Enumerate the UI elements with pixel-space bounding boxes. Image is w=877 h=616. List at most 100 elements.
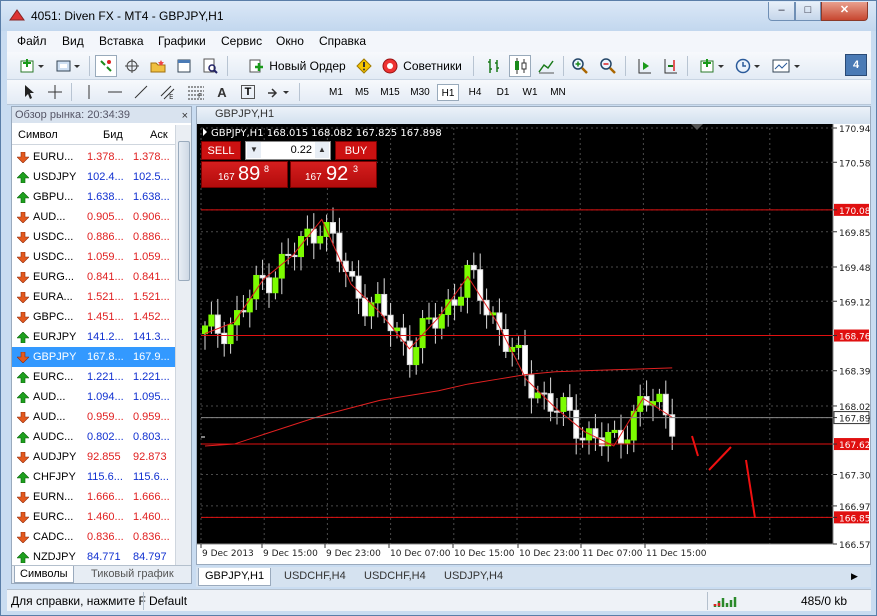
timeframe-m15[interactable]: M15	[377, 84, 403, 101]
arrows-button[interactable]	[263, 81, 293, 103]
profiles-button[interactable]	[53, 55, 83, 77]
indicators-button[interactable]	[697, 55, 727, 77]
menu-window[interactable]: Окно	[276, 34, 304, 48]
arrow-up-icon	[17, 192, 29, 203]
templates-button[interactable]	[769, 55, 803, 77]
timeframe-mn[interactable]: MN	[547, 84, 569, 101]
timeframe-h4[interactable]: H4	[464, 84, 486, 101]
timeframe-d1[interactable]: D1	[492, 84, 514, 101]
minimize-button[interactable]: –	[768, 2, 795, 21]
market-watch-row[interactable]: AUD... 1.094... 1.095...	[12, 387, 175, 407]
market-watch-row[interactable]: USDC... 0.886... 0.886...	[12, 227, 175, 247]
market-watch-toggle[interactable]	[95, 55, 117, 77]
column-bid[interactable]: Бид	[103, 129, 123, 141]
market-watch-row[interactable]: NZDJPY 84.771 84.797	[12, 547, 175, 567]
market-watch-row[interactable]: GBPC... 1.451... 1.452...	[12, 307, 175, 327]
title-bar[interactable]: 4051: Diven FX - MT4 - GBPJPY,H1 – □ ✕	[1, 1, 876, 31]
market-watch-row[interactable]: AUD... 0.905... 0.906...	[12, 207, 175, 227]
data-window-button[interactable]	[121, 55, 143, 77]
buy-price[interactable]: 167 92 3	[290, 161, 377, 188]
tab-symbols[interactable]: Символы	[14, 566, 74, 583]
buy-button[interactable]: BUY	[335, 141, 377, 160]
market-watch-row[interactable]: CHFJPY 115.6... 115.6...	[12, 467, 175, 487]
cursor-button[interactable]	[19, 81, 39, 103]
notification-badge[interactable]: 4	[845, 54, 867, 76]
market-watch-row[interactable]: EURJPY 141.2... 141.3...	[12, 327, 175, 347]
market-watch-row[interactable]: EURU... 1.378... 1.378...	[12, 147, 175, 167]
market-watch-scrollbar[interactable]	[175, 125, 191, 565]
timeframe-m1[interactable]: M1	[325, 84, 347, 101]
chart-tab-usdchf-h4[interactable]: USDCHF,H4	[278, 568, 352, 586]
cursor-icon	[25, 85, 34, 99]
row-bid: 1.378...	[87, 151, 124, 163]
strategy-tester-button[interactable]	[199, 55, 221, 77]
new-chart-button[interactable]	[17, 55, 47, 77]
terminal-button[interactable]	[173, 55, 195, 77]
lot-decrease-button[interactable]: ▼	[247, 142, 261, 158]
channel-button[interactable]: E	[157, 81, 179, 103]
menu-charts[interactable]: Графики	[158, 34, 206, 48]
vertical-line-button[interactable]	[79, 81, 99, 103]
text-tool-button[interactable]: A	[211, 81, 233, 103]
market-watch-row[interactable]: USDJPY 102.4... 102.5...	[12, 167, 175, 187]
market-watch-row[interactable]: AUDJPY 92.855 92.873	[12, 447, 175, 467]
market-watch-close-button[interactable]: ×	[182, 108, 188, 124]
market-watch-row[interactable]: GBPU... 1.638... 1.638...	[12, 187, 175, 207]
zoom-in-button[interactable]	[569, 55, 591, 77]
tab-tick-chart[interactable]: Тиковый график	[86, 566, 179, 583]
market-watch-row[interactable]: EURG... 0.841... 0.841...	[12, 267, 175, 287]
timeframe-m30[interactable]: M30	[407, 84, 433, 101]
menu-tools[interactable]: Сервис	[221, 34, 262, 48]
chart-background[interactable]	[197, 124, 870, 564]
fibonacci-button[interactable]: F	[185, 81, 207, 103]
bar-chart-button[interactable]	[483, 55, 505, 77]
market-watch-row[interactable]: GBPJPY 167.8... 167.9...	[12, 347, 175, 367]
timeframe-w1[interactable]: W1	[519, 84, 541, 101]
market-watch-row[interactable]: EURN... 1.666... 1.666...	[12, 487, 175, 507]
candlestick-button[interactable]	[509, 55, 531, 77]
timeframe-m5[interactable]: M5	[351, 84, 373, 101]
menu-insert[interactable]: Вставка	[99, 34, 144, 48]
navigator-button[interactable]	[147, 55, 169, 77]
experts-button[interactable]: Советники	[377, 55, 467, 77]
status-separator	[707, 592, 708, 610]
zoom-out-button[interactable]	[597, 55, 619, 77]
one-click-trading-panel: SELL 0.22 ▼ ▲ BUY 167 89 8 167 92 3	[201, 141, 377, 189]
chart-tab-gbpjpy-h1[interactable]: GBPJPY,H1	[198, 568, 272, 586]
market-watch-row[interactable]: EURA... 1.521... 1.521...	[12, 287, 175, 307]
price-chart[interactable]: 170.940 170.580 170.080 169.850 169.480 169.1…	[197, 124, 870, 564]
market-watch-row[interactable]: AUD... 0.959... 0.959...	[12, 407, 175, 427]
auto-scroll-button[interactable]	[633, 55, 655, 77]
chart-tab-usdjpy-h4[interactable]: USDJPY,H4	[438, 568, 509, 586]
sell-price[interactable]: 167 89 8	[201, 161, 288, 188]
periods-button[interactable]	[733, 55, 763, 77]
candle-bull	[438, 314, 445, 329]
alert-button[interactable]	[353, 55, 375, 77]
sell-button[interactable]: SELL	[201, 141, 241, 160]
chart-tab-usdchf-h4-2[interactable]: USDCHF,H4	[358, 568, 432, 586]
column-symbol[interactable]: Символ	[18, 129, 58, 141]
scrollbar-thumb[interactable]	[178, 141, 190, 281]
horizontal-line-button[interactable]	[105, 81, 125, 103]
timeframe-h1[interactable]: H1	[437, 84, 459, 101]
market-watch-row[interactable]: AUDC... 0.802... 0.803...	[12, 427, 175, 447]
market-watch-row[interactable]: CADC... 0.836... 0.836...	[12, 527, 175, 547]
menu-view[interactable]: Вид	[62, 34, 84, 48]
new-order-button[interactable]: Новый Ордер	[245, 55, 349, 77]
menu-help[interactable]: Справка	[319, 34, 366, 48]
market-watch-row[interactable]: EURC... 1.460... 1.460...	[12, 507, 175, 527]
clock-icon	[735, 58, 760, 74]
trendline-button[interactable]	[131, 81, 151, 103]
chart-shift-button[interactable]	[659, 55, 681, 77]
tabs-scroll-right-icon[interactable]: ▶	[851, 571, 858, 582]
close-button[interactable]: ✕	[821, 2, 868, 21]
menu-file[interactable]: Файл	[17, 34, 47, 48]
lot-increase-button[interactable]: ▲	[315, 142, 329, 158]
market-watch-row[interactable]: EURC... 1.221... 1.221...	[12, 367, 175, 387]
market-watch-row[interactable]: USDC... 1.059... 1.059...	[12, 247, 175, 267]
crosshair-tool-button[interactable]	[45, 81, 65, 103]
column-ask[interactable]: Аск	[150, 129, 168, 141]
label-tool-button[interactable]: T	[237, 81, 259, 103]
line-chart-button[interactable]	[535, 55, 557, 77]
maximize-button[interactable]: □	[795, 2, 821, 21]
